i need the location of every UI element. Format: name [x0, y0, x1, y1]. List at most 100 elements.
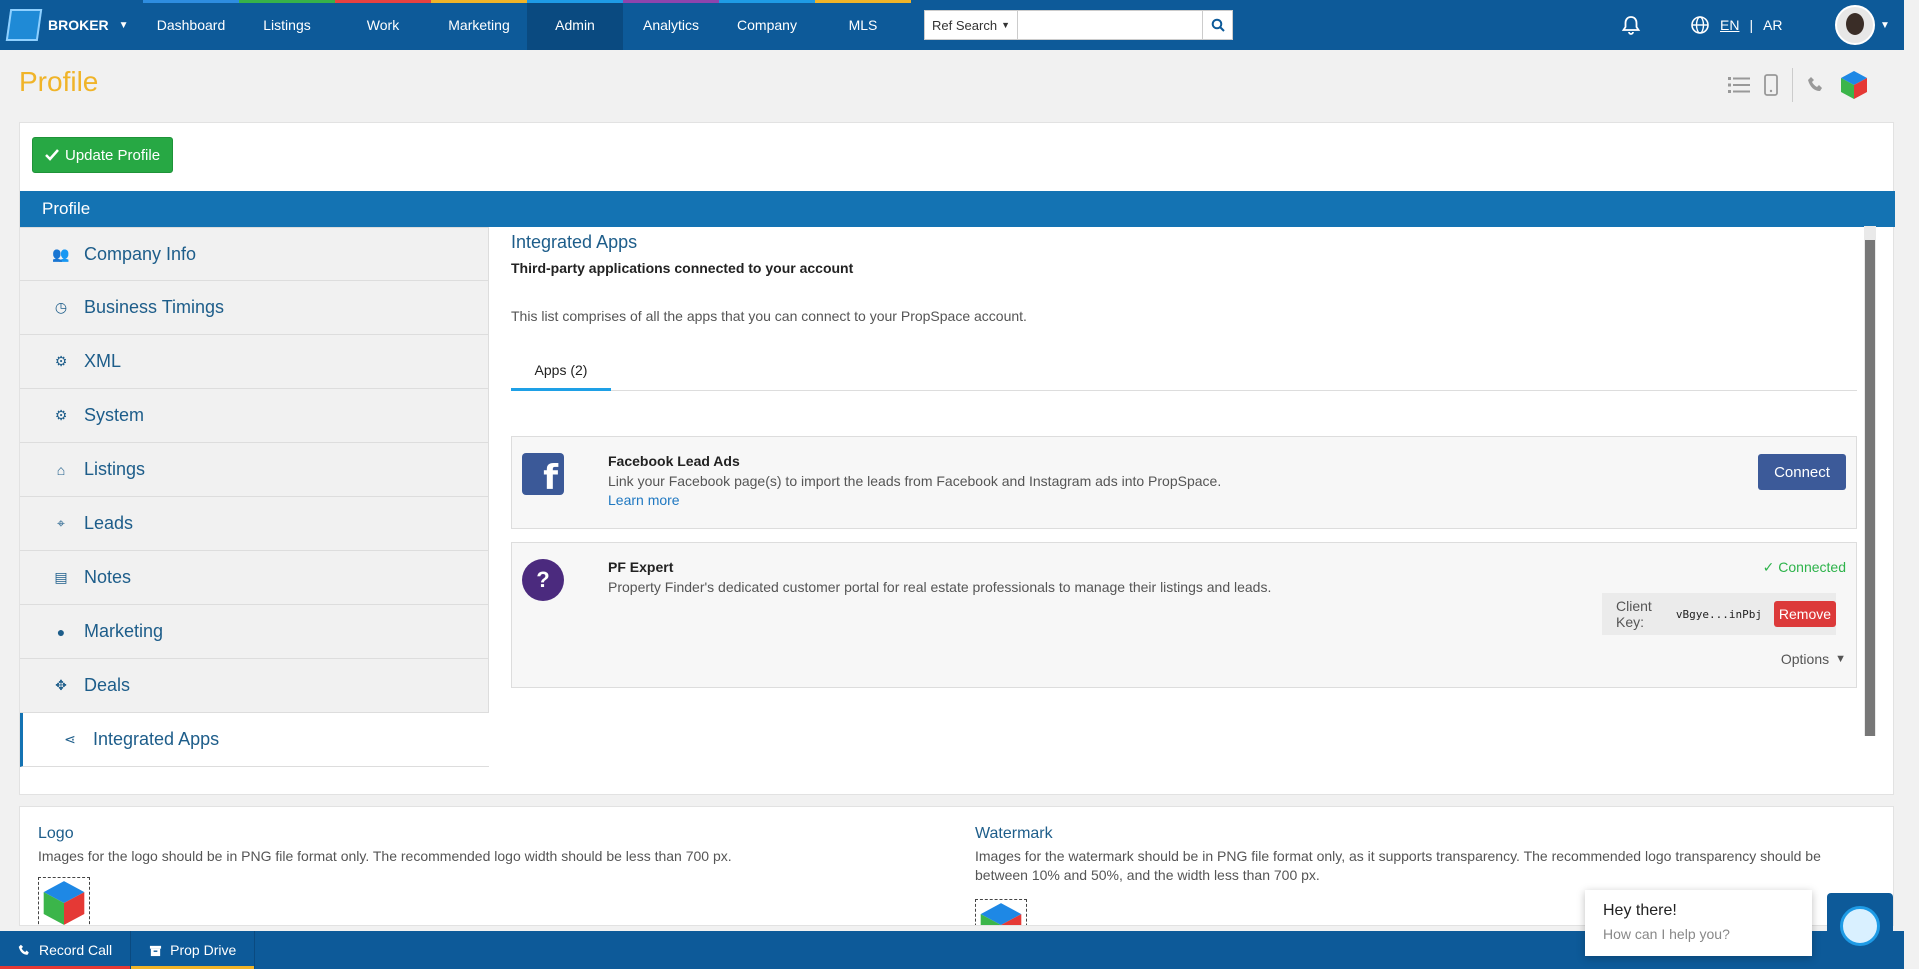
phone-icon	[18, 944, 29, 955]
sidebar-item-listings[interactable]: ⌂ Listings	[20, 443, 489, 497]
record-call-button[interactable]: Record Call	[0, 931, 132, 969]
app-name: Facebook Lead Ads	[608, 453, 740, 469]
lang-ar-link[interactable]: AR	[1763, 17, 1782, 33]
options-label: Options	[1780, 651, 1830, 667]
record-call-label: Record Call	[39, 942, 113, 958]
nav-work[interactable]: Work	[335, 0, 431, 50]
prop-drive-button[interactable]: Prop Drive	[131, 931, 256, 969]
caret-down-icon: ▼	[1001, 20, 1010, 30]
nav-mls[interactable]: MLS	[815, 0, 911, 50]
main-nav: Dashboard Listings Work Marketing Admin …	[143, 0, 911, 50]
nav-company[interactable]: Company	[719, 0, 815, 50]
check-icon: ✓	[1762, 559, 1775, 575]
integrated-apps-content: Integrated Apps Third-party applications…	[511, 226, 1877, 736]
user-avatar[interactable]	[1835, 5, 1875, 45]
sidebar-item-notes[interactable]: ▤ Notes	[20, 551, 489, 605]
home-icon: ⌂	[56, 461, 66, 478]
gears-icon: ⚙	[54, 407, 68, 423]
nav-marketing[interactable]: Marketing	[431, 0, 527, 50]
sidebar-item-label: System	[84, 405, 145, 425]
app-card-facebook-lead-ads: f Facebook Lead Ads Link your Facebook p…	[511, 436, 1857, 529]
sidebar-item-integrated-apps[interactable]: ⋖ Integrated Apps	[20, 713, 489, 767]
sidebar-item-marketing[interactable]: ● Marketing	[20, 605, 489, 659]
chat-bubble[interactable]: Hey there! How can I help you?	[1585, 890, 1812, 956]
sidebar-item-xml[interactable]: ⚙ XML	[20, 335, 489, 389]
tab-apps[interactable]: Apps (2)	[511, 351, 611, 391]
propspace-cube-icon[interactable]	[1839, 69, 1869, 101]
caret-down-icon: ▼	[118, 19, 129, 31]
bell-icon	[1621, 16, 1641, 35]
robot-icon	[1840, 906, 1880, 946]
notifications-button[interactable]	[1618, 12, 1644, 38]
sidebar-item-company-info[interactable]: 👥 Company Info	[20, 227, 489, 281]
scrollbar-thumb[interactable]	[1865, 240, 1875, 736]
integrated-apps-description: This list comprises of all the apps that…	[511, 308, 1027, 324]
facebook-icon: f	[522, 453, 564, 495]
lang-en-link[interactable]: EN	[1720, 17, 1739, 33]
search-input[interactable]	[1018, 10, 1203, 40]
gear-icon: ⚙	[54, 353, 68, 369]
check-icon	[45, 149, 59, 161]
tools-divider	[1792, 68, 1793, 102]
learn-more-link[interactable]: Learn more	[608, 492, 680, 508]
update-profile-button[interactable]: Update Profile	[32, 137, 174, 173]
apps-tabs: Apps (2)	[511, 351, 1857, 391]
sidebar-item-label: Marketing	[84, 621, 164, 641]
language-switcher: EN | AR	[1690, 0, 1783, 50]
page-title: Profile	[19, 66, 99, 97]
pf-expert-icon: ?	[522, 559, 564, 601]
search-button[interactable]	[1203, 10, 1233, 40]
list-view-icon[interactable]	[1728, 76, 1750, 94]
caret-down-icon: ▼	[1835, 653, 1846, 665]
app-description: Property Finder's dedicated customer por…	[608, 579, 1272, 595]
sidebar-item-label: Listings	[84, 459, 146, 479]
logo-image[interactable]	[38, 877, 90, 925]
integrated-apps-title: Integrated Apps	[511, 232, 638, 252]
profile-section-header: Profile	[20, 191, 1895, 227]
sidebar-item-leads[interactable]: ⌖ Leads	[20, 497, 489, 551]
remove-button[interactable]: Remove	[1773, 601, 1836, 627]
sidebar-item-business-timings[interactable]: ◷ Business Timings	[20, 281, 489, 335]
sidebar-item-label: Company Info	[84, 243, 197, 264]
client-key-box: Client Key: vBgye...inPbj Remove	[1602, 593, 1836, 635]
nav-analytics[interactable]: Analytics	[623, 0, 719, 50]
sidebar-item-label: XML	[84, 351, 122, 371]
watermark-title: Watermark	[975, 825, 1053, 842]
sidebar-item-deals[interactable]: ✥ Deals	[20, 659, 489, 713]
chat-prompt: How can I help you?	[1603, 926, 1730, 942]
nav-admin[interactable]: Admin	[527, 0, 623, 50]
document-icon: ▤	[54, 569, 68, 585]
brand-menu[interactable]: BROKER ▼	[0, 0, 143, 50]
connected-status-label: Connected	[1778, 559, 1846, 575]
app-description: Link your Facebook page(s) to import the…	[608, 473, 1222, 489]
mobile-icon[interactable]	[1764, 74, 1778, 96]
watermark-description: Images for the watermark should be in PN…	[975, 848, 1821, 883]
chatbot-button[interactable]	[1827, 893, 1893, 959]
ref-search-dropdown[interactable]: Ref Search ▼	[924, 10, 1018, 40]
update-profile-label: Update Profile	[65, 146, 161, 164]
ref-search-label: Ref Search	[932, 17, 998, 33]
propspace-cube-icon	[43, 881, 85, 925]
crosshair-icon: ⌖	[57, 515, 65, 531]
prop-drive-label: Prop Drive	[170, 942, 237, 958]
ref-search: Ref Search ▼	[924, 10, 1233, 40]
lang-separator: |	[1749, 17, 1754, 33]
watermark-image[interactable]	[975, 899, 1027, 925]
caret-down-icon[interactable]: ▼	[1880, 20, 1890, 31]
sidebar-item-system[interactable]: ⚙ System	[20, 389, 489, 443]
integrated-apps-subtitle: Third-party applications connected to yo…	[511, 260, 854, 276]
handshake-icon: ✥	[55, 677, 67, 693]
options-dropdown[interactable]: Options ▼	[1781, 651, 1846, 667]
globe-icon	[1691, 16, 1709, 34]
content-scrollbar[interactable]	[1864, 226, 1876, 736]
sidebar-item-label: Integrated Apps	[93, 729, 220, 749]
nav-listings[interactable]: Listings	[239, 0, 335, 50]
connect-button[interactable]: Connect	[1758, 454, 1846, 490]
phone-icon[interactable]	[1807, 76, 1825, 94]
chat-greeting: Hey there!	[1603, 902, 1677, 919]
app-name: PF Expert	[608, 559, 674, 575]
sidebar-item-label: Deals	[84, 675, 131, 695]
client-key-label: Client Key:	[1616, 598, 1652, 630]
nav-dashboard[interactable]: Dashboard	[143, 0, 239, 50]
logo-title: Logo	[38, 825, 74, 842]
